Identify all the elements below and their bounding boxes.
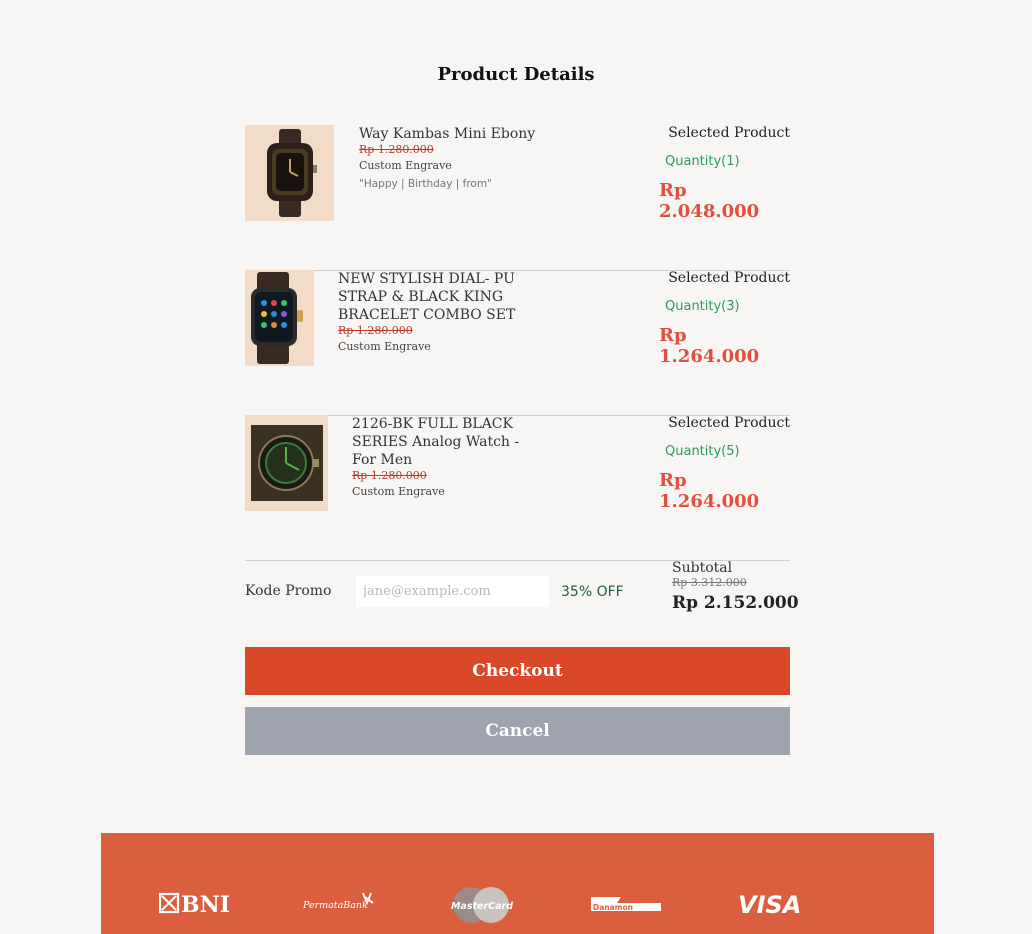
product-side: Selected Product Quantity(3) Rp 1.264.00… [655,270,790,367]
engrave-text: "Happy | Birthday | from" [359,178,492,190]
product-name[interactable]: Way Kambas Mini Ebony [359,125,549,143]
subtotal-total: Rp 2.152.000 [672,593,799,613]
cancel-button[interactable]: Cancel [245,707,790,755]
product-name[interactable]: 2126-BK FULL BLACK SERIES Analog Watch -… [352,415,542,469]
product-row: NEW STYLISH DIAL- PU STRAP & BLACK KING … [245,270,790,416]
visa-logo: VISA [738,890,804,922]
selected-product-label: Selected Product [668,270,790,286]
payment-footer: BNI PermataBank MasterCard Danamon VISA [101,833,934,934]
quantity-label: Quantity(5) [665,444,740,459]
selected-product-label: Selected Product [668,415,790,431]
promo-code-input[interactable] [356,576,549,607]
product-image-stylish-dial[interactable] [245,270,314,366]
product-row: 2126-BK FULL BLACK SERIES Analog Watch -… [245,415,790,561]
product-old-price: Rp 1.280.000 [352,469,427,482]
product-price: Rp 2.048.000 [659,180,760,222]
product-info: 2126-BK FULL BLACK SERIES Analog Watch -… [352,415,542,501]
product-name[interactable]: NEW STYLISH DIAL- PU STRAP & BLACK KING … [338,270,528,324]
product-price: Rp 1.264.000 [659,470,760,512]
selected-product-label: Selected Product [668,125,790,141]
product-image-way-kambas[interactable] [245,125,334,221]
quantity-label: Quantity(3) [665,299,740,314]
product-side: Selected Product Quantity(5) Rp 1.264.00… [655,415,790,512]
checkout-button[interactable]: Checkout [245,647,790,695]
product-info: Way Kambas Mini Ebony Rp 1.280.000 Custo… [359,125,549,193]
product-old-price: Rp 1.280.000 [338,324,413,337]
page-title: Product Details [437,64,595,85]
subtotal-label: Subtotal [672,560,733,576]
mastercard-logo: MasterCard [451,886,513,928]
permata-bank-logo-text: PermataBank [303,900,368,911]
promo-code-label: Kode Promo [245,583,332,599]
danamon-logo-text: Danamon [593,903,633,912]
permata-bank-logo: PermataBank [302,891,377,917]
custom-engrave-label: Custom Engrave [338,340,431,353]
product-info: NEW STYLISH DIAL- PU STRAP & BLACK KING … [338,270,528,356]
visa-logo-text: VISA [738,891,801,918]
subtotal-old-price: Rp 3.312.000 [672,576,747,589]
product-side: Selected Product Quantity(1) Rp 2.048.00… [655,125,790,222]
quantity-label: Quantity(1) [665,154,740,169]
custom-engrave-label: Custom Engrave [359,159,452,172]
product-row: Way Kambas Mini Ebony Rp 1.280.000 Custo… [245,125,790,271]
danamon-logo: Danamon [591,893,663,921]
promo-discount-label: 35% OFF [561,584,624,600]
product-old-price: Rp 1.280.000 [359,143,434,156]
custom-engrave-label: Custom Engrave [352,485,445,498]
product-image-2126-bk[interactable] [245,415,328,511]
subtotal-block: Subtotal Rp 3.312.000 Rp 2.152.000 [672,560,802,613]
mastercard-logo-text: MasterCard [451,901,513,912]
bni-logo-text: BNI [181,892,229,917]
product-price: Rp 1.264.000 [659,325,760,367]
bni-logo: BNI [158,891,230,921]
